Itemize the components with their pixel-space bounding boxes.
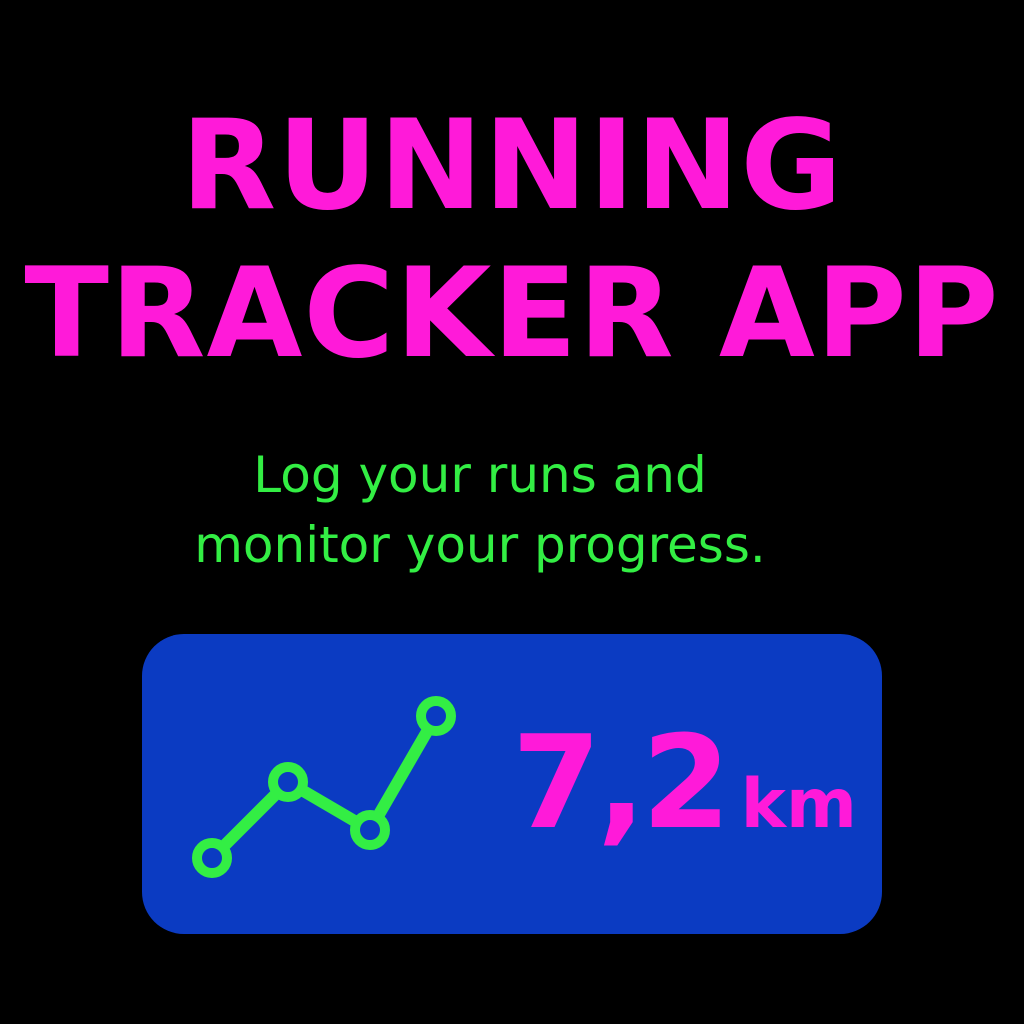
chart-point-4 [416,696,456,736]
distance-unit: km [740,765,857,844]
tagline-line-1: Log your runs and [253,446,707,504]
chart-point-1 [192,838,232,878]
chart-point-3 [350,810,390,850]
tagline-line-2: monitor your progress. [194,516,766,574]
app-title-line-1: RUNNING [180,94,844,238]
tagline: Log your runs and monitor your progress. [0,440,960,580]
app-title: RUNNING TRACKER APP [0,92,1024,388]
distance-value: 7,2 [512,709,731,858]
chart-point-2 [268,762,308,802]
app-title-line-2: TRACKER APP [24,242,1000,386]
line-chart-icon [192,696,456,878]
distance-readout: 7,2 km [512,704,857,864]
promo-screen: RUNNING TRACKER APP Log your runs and mo… [0,0,1024,1024]
chart-line [206,710,442,864]
distance-card: 7,2 km [142,634,882,934]
